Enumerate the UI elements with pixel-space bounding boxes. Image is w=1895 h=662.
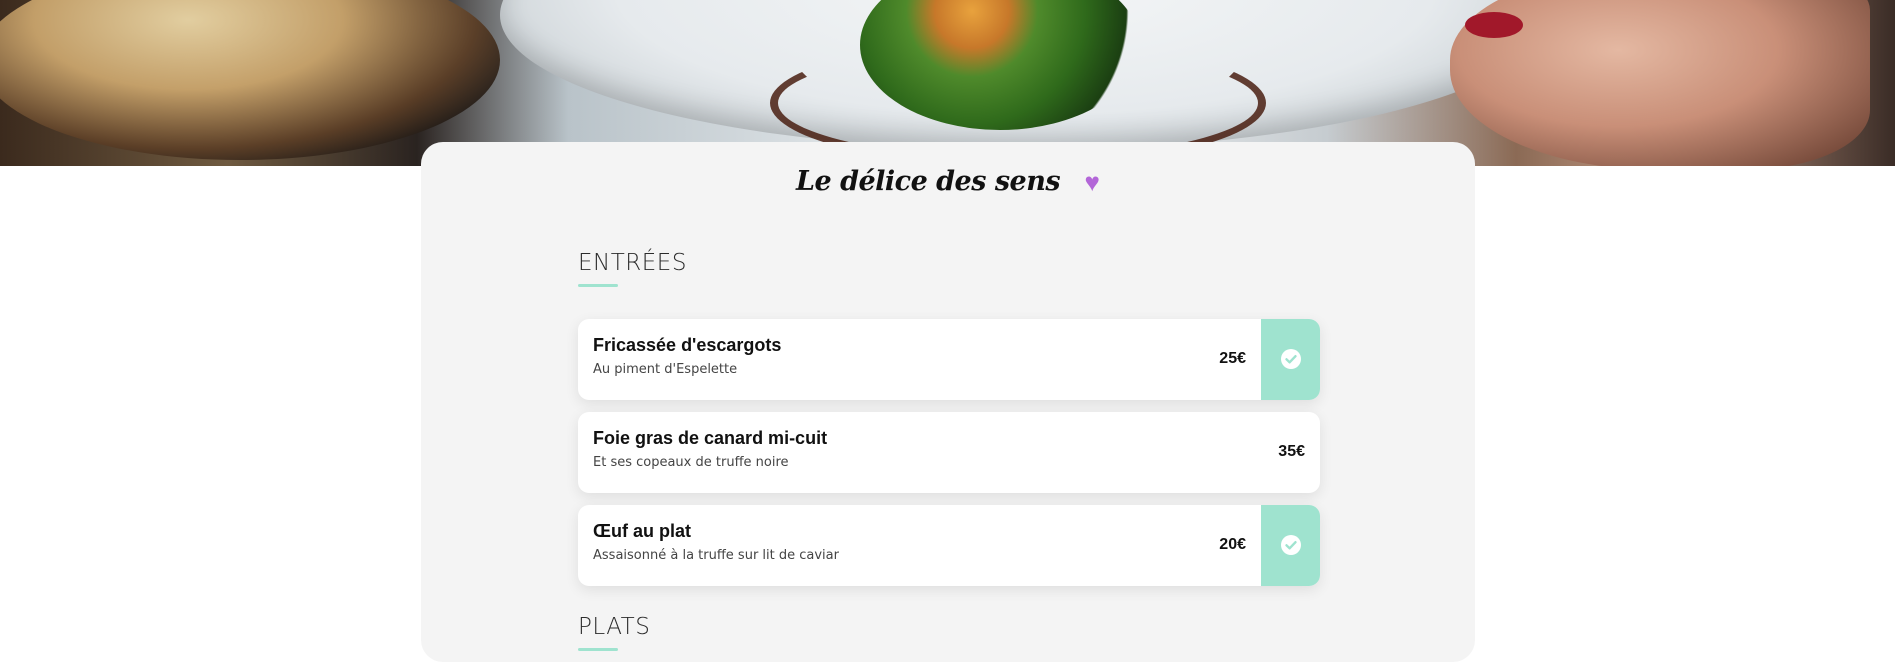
section-underline [578, 648, 618, 651]
menu-item-price: 20€ [1219, 536, 1246, 553]
selected-indicator[interactable] [1261, 319, 1320, 400]
menu-item-description: Et ses copeaux de truffe noire [593, 455, 789, 470]
menu-item-price: 25€ [1219, 350, 1246, 367]
menu-item-name: Fricassée d'escargots [593, 335, 782, 355]
section-entrees: ENTRÉES Fricassée d'escargots Au piment … [578, 250, 1320, 586]
bread-basket-graphic [0, 0, 500, 160]
menu-item-price: 35€ [1278, 443, 1305, 460]
menu-card: Le délice des sens ♥ ENTRÉES Fricassée d… [421, 142, 1475, 662]
menu-item-fricassee[interactable]: Fricassée d'escargots Au piment d'Espele… [578, 319, 1320, 400]
menu-item-description: Au piment d'Espelette [593, 362, 738, 377]
section-title: ENTRÉES [578, 250, 687, 276]
check-icon [1281, 535, 1301, 555]
menu-item-oeuf[interactable]: Œuf au plat Assaisonné à la truffe sur l… [578, 505, 1320, 586]
menu-item-foie-gras[interactable]: Foie gras de canard mi-cuit Et ses copea… [578, 412, 1320, 493]
selected-indicator[interactable] [1261, 505, 1320, 586]
restaurant-header: Le délice des sens ♥ [421, 166, 1475, 206]
section-title: PLATS [578, 614, 651, 640]
section-underline [578, 284, 618, 287]
section-plats: PLATS [578, 614, 1320, 651]
restaurant-title: Le délice des sens [796, 166, 1061, 197]
menu-item-name: Foie gras de canard mi-cuit [593, 428, 828, 448]
fingernail-graphic [1465, 12, 1523, 38]
menu-item-description: Assaisonné à la truffe sur lit de caviar [593, 548, 839, 563]
menu-item-name: Œuf au plat [593, 521, 691, 541]
check-icon [1281, 349, 1301, 369]
heart-icon: ♥ [1084, 166, 1100, 197]
